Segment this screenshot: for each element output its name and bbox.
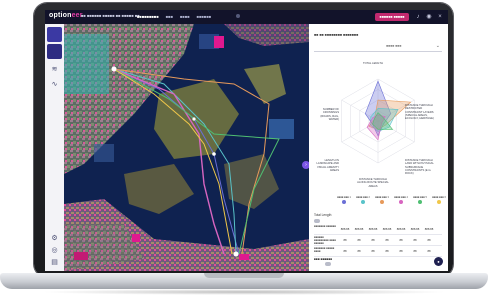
legend-item[interactable]: ■■■■ ■■■ 5 (413, 196, 427, 204)
settings-icon[interactable]: ⚙ (50, 234, 59, 243)
map-canvas[interactable] (64, 24, 309, 271)
user-account-button[interactable]: ■■■■■■ ■■■■■ (375, 13, 409, 21)
table-cell: 88 (343, 238, 347, 242)
table-row: ■■■■■■ ■■■■■■■■■ ■■■■ ■■■■■■ 88 88 88 88 88 88… (314, 235, 442, 246)
legend-item[interactable]: ■■■■ ■■■ 2 (356, 196, 370, 204)
legend-swatch (437, 200, 441, 204)
table-cell: 88 (357, 249, 361, 253)
rail-tile-1[interactable] (47, 27, 62, 42)
table-cell: 88 (385, 249, 389, 253)
table-cell: 88 (399, 238, 403, 242)
chevron-down-icon: ⌄ (435, 43, 440, 49)
table-cell: 88 (427, 249, 431, 253)
route-legend: ■■■■ ■■■ 1 ■■■■ ■■■ 2 ■■■■ ■■■ 3 ■■■■ ■■■ 4… (337, 196, 448, 204)
tab-2[interactable]: ■■■ (166, 14, 173, 19)
tab-3[interactable]: ■■■■ (180, 14, 190, 19)
table-cell: 88 (399, 249, 403, 253)
nav-tabs: ■■■■■■■■■ ■■■ ■■■■ ■■■■■■ (137, 14, 211, 19)
project-selector[interactable]: ■■ ■■■■■■ ■■■■■ ■■ ■■■■■ ■■ (81, 13, 140, 18)
legend-label: ■■■■ ■■■ 6 (432, 196, 446, 199)
axis-label-4: DISTANCE THROUGH ALONG ROUTE SPECIAL ARE… (357, 178, 389, 188)
legend-swatch (342, 200, 346, 204)
camera-dot (236, 14, 240, 18)
table-cell: 888.88 (354, 227, 364, 231)
table-cell: 888.88 (410, 227, 420, 231)
table-cell: 888.88 (368, 227, 378, 231)
left-rail: ≋ ∿ ⚙ ◎ ▤ (45, 24, 65, 271)
legend-swatch (361, 200, 365, 204)
legend-swatch (380, 200, 384, 204)
panel-title: ■■ ■■ ■■■■■■■■ ■■■■■■■ (314, 33, 359, 37)
section-total-length: Total Length (314, 213, 332, 217)
table-row: ■■■■■■■ ■■■■■ ■■■■ 88 88 88 88 88 88 88 (314, 246, 442, 257)
table-cell: 88 (427, 238, 431, 242)
table-cell: 88 (371, 238, 375, 242)
user-icon[interactable]: ◉ (425, 13, 433, 21)
book-icon[interactable]: ▤ (50, 258, 59, 267)
app-logo[interactable]: optioneer (49, 12, 83, 19)
legend-item[interactable]: ■■■■ ■■■ 1 (337, 196, 351, 204)
table-cell: 88 (385, 238, 389, 242)
laptop-mockup: optioneer ■■ ■■■■■■ ■■■■■ ■■ ■■■■■ ■■ ■■… (0, 0, 488, 302)
table-cell: 888.88 (396, 227, 406, 231)
top-bar: optioneer ■■ ■■■■■■ ■■■■■ ■■ ■■■■■ ■■ ■■… (45, 10, 448, 25)
laptop-shadow (40, 289, 448, 295)
axis-label-2: DISTANCE THROUGH RESTRICTED CONSTRAINT L… (405, 104, 434, 121)
toggle-section-2[interactable] (325, 262, 331, 266)
legend-item[interactable]: ■■■■ ■■■ 4 (394, 196, 408, 204)
laptop-notch (204, 273, 284, 278)
legend-swatch (418, 200, 422, 204)
tab-1[interactable]: ■■■■■■■■■ (137, 14, 159, 19)
comparison-select[interactable]: ■■■■ ■■■ ⌄ (314, 42, 442, 52)
app-screen: optioneer ■■ ■■■■■■ ■■■■■ ■■ ■■■■■ ■■ ■■… (45, 10, 448, 271)
toggle-total-length[interactable] (314, 219, 320, 223)
trend-icon[interactable]: ∿ (50, 80, 59, 89)
legend-label: ■■■■ ■■■ 3 (375, 196, 389, 199)
axis-label-1: TOTAL LENGTH (363, 62, 383, 65)
legend-item[interactable]: ■■■■ ■■■ 6 (432, 196, 446, 204)
table-cell: 88 (413, 238, 417, 242)
help-fab-button[interactable]: ● (434, 257, 443, 266)
axis-label-3: DISTANCE THROUGH LAND WITH PHYSICAL SUBS… (405, 159, 434, 176)
bell-icon[interactable]: ♪ (414, 13, 422, 21)
legend-swatch (399, 200, 403, 204)
legend-label: ■■■■ ■■■ 1 (337, 196, 351, 199)
radar-series (364, 80, 412, 141)
close-icon[interactable]: × (436, 13, 444, 21)
table-cell: 88 (413, 249, 417, 253)
axis-label-5: LENGTH IN LANDSCAPE AND VISUAL AMENITY A… (316, 159, 339, 172)
map-view[interactable]: + − ⤢ ⤡ (64, 24, 309, 271)
axis-label-6: NUMBER OF CROSSINGS (ROADS, RAIL, WATER) (320, 108, 339, 121)
table-cell: 888.88 (382, 227, 392, 231)
rail-tile-2[interactable] (47, 44, 62, 59)
target-icon[interactable]: ◎ (50, 246, 59, 255)
table-row: ■■■■■■■ ■■■■■■ 888.88 888.88 888.88 888.88 88… (314, 224, 442, 235)
legend-label: ■■■■ ■■■ 4 (394, 196, 408, 199)
legend-label: ■■■■ ■■■ 5 (413, 196, 427, 199)
table-cell: 888.88 (340, 227, 350, 231)
layers-icon[interactable]: ≋ (50, 65, 59, 74)
tab-4[interactable]: ■■■■■■ (197, 14, 212, 19)
legend-item[interactable]: ■■■■ ■■■ 3 (375, 196, 389, 204)
table-cell: 88 (357, 238, 361, 242)
section-2: ■■■ ■■■■■■ (314, 257, 333, 261)
table-cell: 888.88 (424, 227, 434, 231)
table-cell: 88 (343, 249, 347, 253)
legend-label: ■■■■ ■■■ 2 (356, 196, 370, 199)
analysis-panel: ■■ ■■ ■■■■■■■■ ■■■■■■■ ■■■■ ■■■ ⌄ TOTAL … (309, 24, 448, 271)
table-cell: 88 (371, 249, 375, 253)
